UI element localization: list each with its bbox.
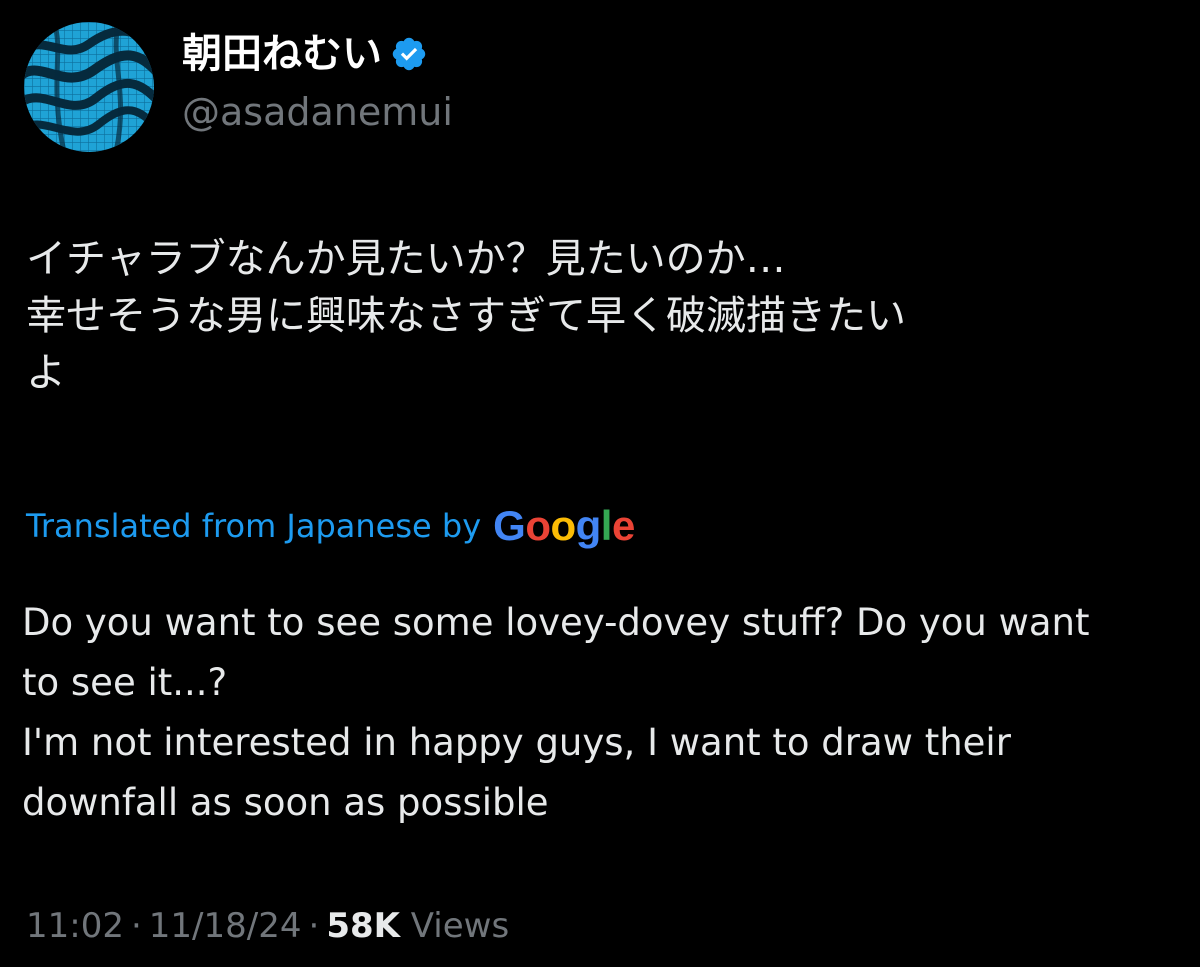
translated-text-line: to see it...? [22,661,228,704]
author-display-name[interactable]: 朝田ねむい [182,28,382,80]
tweet-text: イチャラブなんか見たいか？見たいのか… 幸せそうな男に興味なさすぎて早く破滅描き… [26,231,1166,402]
google-logo-letter: e [611,502,635,549]
author-handle[interactable]: @asadanemui [182,86,453,138]
google-logo-letter: o [550,502,576,549]
google-logo-letter: o [525,502,551,549]
avatar[interactable] [24,22,154,152]
views-count: 58K [326,906,400,946]
author-name-row: 朝田ねむい [182,28,428,80]
meta-separator: · [308,906,320,946]
translated-text: Do you want to see some lovey-dovey stuf… [22,593,1182,833]
views-label: Views [410,906,510,946]
tweet-date[interactable]: 11/18/24 [149,906,302,946]
translated-text-line: I'm not interested in happy guys, I want… [22,721,1011,764]
google-logo-letter: g [575,502,602,549]
tweet: 朝田ねむい @asadanemui イチャラブなんか見たいか？見たいのか… 幸せ… [0,0,1200,967]
tweet-text-line: 幸せそうな男に興味なさすぎて早く破滅描きたい [26,293,906,339]
verified-badge-icon[interactable] [390,35,428,73]
avatar-wave-pattern-icon [24,22,154,152]
meta-separator: · [130,906,142,946]
translated-text-line: Do you want to see some lovey-dovey stuf… [22,601,1090,644]
google-logo-letter: l [600,502,613,549]
translated-text-line: downfall as soon as possible [22,781,549,824]
tweet-time[interactable]: 11:02 [26,906,124,946]
translation-label: Translated from Japanese by [26,507,482,545]
tweet-text-line: イチャラブなんか見たいか？見たいのか… [26,236,786,282]
translation-attribution[interactable]: Translated from Japanese by Google [26,498,635,554]
google-logo-letter: G [493,502,526,549]
google-logo-icon: Google [493,502,635,550]
tweet-meta: 11:02 · 11/18/24 · 58K Views [26,902,509,950]
tweet-text-line: よ [26,350,66,396]
